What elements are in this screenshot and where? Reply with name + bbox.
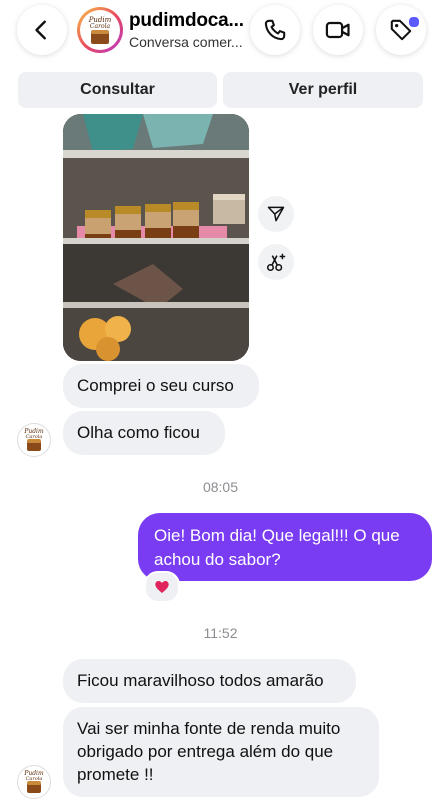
pudim-logo-icon: Pudim Carola [88, 16, 112, 44]
video-camera-icon [325, 21, 350, 39]
chat-header: Pudim Carola pudimdoca... Conversa comer… [0, 0, 441, 62]
svg-text:Carola: Carola [26, 434, 43, 440]
ai-edit-button[interactable] [258, 244, 294, 280]
photo-message[interactable] [63, 114, 249, 361]
share-button[interactable] [258, 196, 294, 232]
send-icon [267, 206, 285, 222]
message-timestamp: 08:05 [202, 479, 239, 495]
magic-scissors-icon [266, 253, 286, 272]
message-incoming[interactable]: Olha como ficou [63, 411, 225, 455]
call-button[interactable] [250, 5, 300, 55]
phone-icon [264, 19, 286, 41]
notification-badge [408, 16, 420, 28]
pudim-logo-icon: Pudim Carola [23, 428, 44, 451]
fridge-photo-image [63, 114, 249, 361]
heart-icon [155, 581, 169, 593]
sender-avatar[interactable]: Pudim Carola [17, 765, 51, 799]
pudim-logo-icon: Pudim Carola [23, 770, 44, 793]
profile-avatar[interactable]: Pudim Carola [77, 7, 123, 53]
message-outgoing[interactable]: Oie! Bom dia! Que legal!!! O que achou d… [138, 513, 432, 581]
svg-text:Carola: Carola [26, 776, 43, 782]
message-incoming[interactable]: Comprei o seu curso [63, 364, 259, 408]
chevron-left-icon [35, 20, 46, 40]
sender-avatar[interactable]: Pudim Carola [17, 423, 51, 457]
message-incoming[interactable]: Vai ser minha fonte de renda muito obrig… [63, 707, 379, 797]
heart-reaction[interactable] [144, 571, 180, 603]
svg-text:Carola: Carola [90, 23, 111, 30]
message-timestamp: 11:52 [203, 625, 238, 641]
message-incoming[interactable]: Ficou maravilhoso todos amarão [63, 659, 356, 703]
ver-perfil-button[interactable]: Ver perfil [223, 72, 423, 108]
consultar-button[interactable]: Consultar [18, 72, 217, 108]
contact-subtitle[interactable]: Conversa comer... [129, 34, 247, 50]
video-call-button[interactable] [313, 5, 363, 55]
contact-name[interactable]: pudimdoca... [129, 10, 251, 32]
back-button[interactable] [17, 5, 67, 55]
label-button[interactable] [376, 5, 426, 55]
